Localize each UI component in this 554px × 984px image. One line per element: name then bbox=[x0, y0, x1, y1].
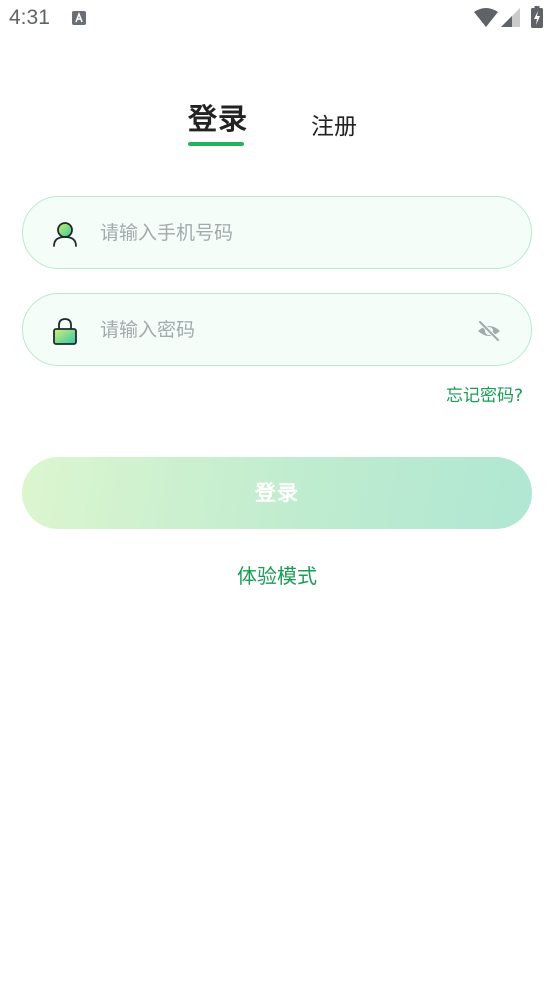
forgot-password-link[interactable]: 忘记密码? bbox=[446, 381, 523, 406]
lock-icon bbox=[53, 318, 77, 345]
trial-mode-link[interactable]: 体验模式 bbox=[237, 564, 317, 588]
auth-tabs: 登录 注册 bbox=[0, 90, 554, 150]
tab-register[interactable]: 注册 bbox=[311, 107, 357, 141]
password-field[interactable] bbox=[22, 293, 532, 366]
status-time: 4:31 bbox=[9, 6, 50, 29]
login-button[interactable]: 登录 bbox=[22, 457, 532, 529]
active-tab-indicator bbox=[188, 142, 244, 146]
tab-login[interactable]: 登录 bbox=[188, 96, 248, 138]
battery-charging-icon bbox=[531, 6, 543, 28]
signal-icon bbox=[501, 8, 520, 27]
password-input[interactable] bbox=[100, 312, 460, 348]
eye-off-icon[interactable] bbox=[477, 320, 501, 342]
phone-field[interactable] bbox=[22, 196, 532, 269]
notification-a-icon bbox=[72, 11, 86, 25]
wifi-icon bbox=[474, 8, 498, 27]
status-bar: 4:31 bbox=[0, 0, 554, 38]
user-icon bbox=[53, 222, 77, 247]
trial-mode-container: 体验模式 bbox=[0, 560, 554, 589]
phone-input[interactable] bbox=[100, 215, 460, 251]
